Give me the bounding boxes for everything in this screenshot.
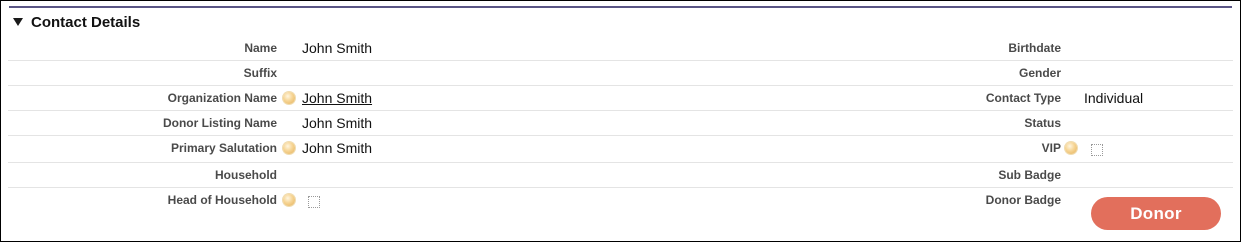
help-icon[interactable]	[1065, 142, 1077, 154]
field-row: Donor Listing Name John Smith Status	[8, 111, 1233, 136]
help-icon[interactable]	[283, 194, 295, 206]
field-rows: Name John Smith Birthdate Suffix Gender …	[8, 36, 1233, 212]
contact-type-label: Contact Type	[985, 91, 1061, 105]
help-icon[interactable]	[283, 92, 295, 104]
field-row: Name John Smith Birthdate	[8, 36, 1233, 61]
gender-label: Gender	[1018, 66, 1061, 80]
header-rule	[9, 6, 1232, 8]
triangle-down-icon[interactable]	[13, 18, 23, 26]
name-label: Name	[244, 41, 277, 55]
donor-listing-name-value: John Smith	[302, 115, 373, 131]
contact-type-value: Individual	[1084, 90, 1144, 106]
head-of-household-checkbox[interactable]	[308, 196, 320, 208]
section-header-toggle[interactable]: Contact Details	[13, 12, 140, 32]
donor-listing-name-label: Donor Listing Name	[162, 116, 277, 130]
donor-badge[interactable]: Donor	[1091, 197, 1221, 230]
vip-label: VIP	[1041, 141, 1061, 155]
organization-name-link[interactable]: John Smith	[302, 86, 372, 110]
sub-badge-label: Sub Badge	[998, 168, 1061, 182]
section-title: Contact Details	[31, 13, 141, 31]
status-label: Status	[1024, 116, 1061, 130]
vip-checkbox[interactable]	[1091, 144, 1103, 156]
field-row: Organization Name John Smith Contact Typ…	[8, 86, 1233, 111]
field-row: Primary Salutation John Smith VIP	[8, 136, 1233, 163]
suffix-label: Suffix	[243, 66, 277, 80]
name-value: John Smith	[302, 40, 373, 56]
household-label: Household	[215, 168, 277, 182]
head-of-household-label: Head of Household	[167, 193, 277, 207]
donor-badge-label: Donor Badge	[985, 193, 1061, 207]
primary-salutation-value: John Smith	[302, 140, 373, 156]
help-icon[interactable]	[283, 142, 295, 154]
field-row: Head of Household Donor Badge	[8, 188, 1233, 212]
donor-badge-text: Donor	[1130, 203, 1182, 223]
primary-salutation-label: Primary Salutation	[170, 141, 277, 155]
birthdate-label: Birthdate	[1008, 41, 1061, 55]
field-row: Suffix Gender	[8, 61, 1233, 86]
organization-name-label: Organization Name	[167, 91, 277, 105]
field-row: Household Sub Badge	[8, 163, 1233, 188]
